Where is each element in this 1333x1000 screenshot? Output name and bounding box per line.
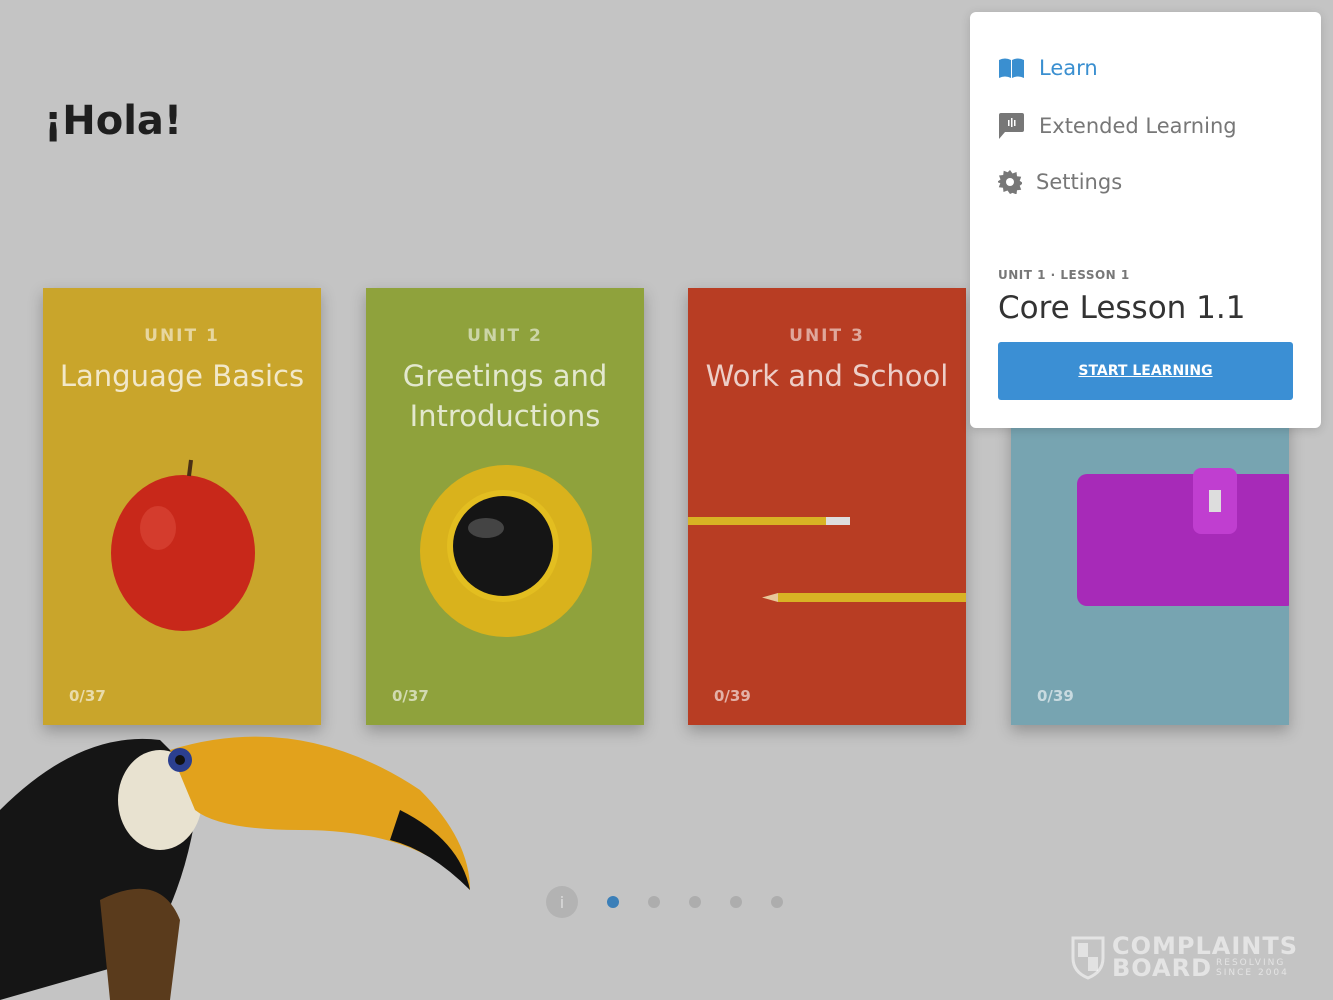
navigation-menu: Learn Extended Learning Settings UNIT 1 … — [970, 12, 1321, 428]
pencils-image — [688, 517, 966, 602]
info-button[interactable]: i — [546, 886, 578, 918]
greeting: ¡Hola! — [44, 98, 183, 144]
unit-card-2[interactable]: UNIT 2 Greetings and Introductions 0/37 — [366, 288, 644, 725]
menu-item-label: Extended Learning — [1039, 114, 1237, 138]
menu-item-settings[interactable]: Settings — [998, 170, 1122, 194]
unit-card-3[interactable]: UNIT 3 Work and School 0/39 — [688, 288, 966, 725]
unit-progress: 0/39 — [1037, 687, 1074, 705]
gear-icon — [998, 170, 1022, 194]
apple-image — [111, 459, 255, 631]
chat-bubble-icon — [999, 113, 1024, 139]
page-dot-5[interactable] — [771, 896, 783, 908]
watermark-logo: COMPLAINTS BOARD RESOLVING SINCE 2004 — [1070, 934, 1298, 980]
watermark-tag2: SINCE 2004 — [1216, 968, 1289, 978]
menu-item-label: Settings — [1036, 170, 1123, 194]
menu-item-learn[interactable]: Learn — [998, 56, 1098, 80]
page-dot-3[interactable] — [689, 896, 701, 908]
coffee-image — [420, 465, 592, 637]
pagination: i — [546, 886, 783, 918]
start-learning-button[interactable]: START LEARNING — [998, 342, 1293, 400]
shield-icon — [1071, 936, 1105, 980]
unit-progress: 0/37 — [69, 687, 106, 705]
watermark-line2: BOARD — [1112, 954, 1213, 982]
unit-progress: 0/37 — [392, 687, 429, 705]
toucan-image — [0, 736, 470, 1000]
page-dot-2[interactable] — [648, 896, 660, 908]
unit-card-1[interactable]: UNIT 1 Language Basics 0/37 — [43, 288, 321, 725]
menu-item-label: Learn — [1039, 56, 1098, 80]
page-dot-4[interactable] — [730, 896, 742, 908]
unit-progress: 0/39 — [714, 687, 751, 705]
lesson-title: Core Lesson 1.1 — [998, 290, 1246, 326]
page-dot-1[interactable] — [607, 896, 619, 908]
book-icon — [999, 58, 1024, 78]
unit-lesson-label: UNIT 1 · LESSON 1 — [998, 268, 1130, 282]
watermark-tag1: RESOLVING — [1216, 958, 1286, 968]
menu-item-extended-learning[interactable]: Extended Learning — [998, 112, 1237, 140]
